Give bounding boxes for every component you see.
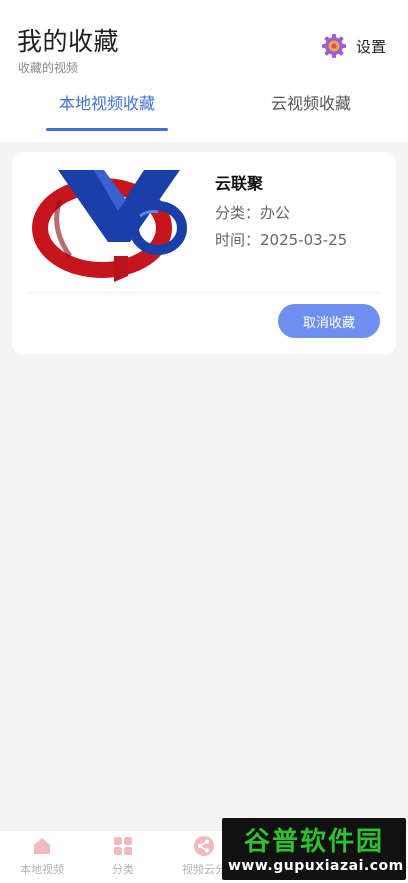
nav-label: 本地视频 [20,863,64,876]
app-root: 我的收藏 收藏的视频 设置 本地视频收藏 云视频收藏 云联聚 分类：办公 时间：… [0,0,408,883]
video-thumbnail [32,170,187,282]
tab-local-favorites[interactable]: 本地视频收藏 [46,90,168,130]
favorite-item[interactable]: 云联聚 分类：办公 时间：2025-03-25 取消收藏 [12,152,396,354]
watermark-logo: 谷普软件园 www.gupuxiazai.com [222,818,406,880]
unfavorite-button[interactable]: 取消收藏 [278,304,380,338]
video-time: 时间：2025-03-25 [215,231,348,249]
watermark-url: www.gupuxiazai.com [228,858,404,874]
gear-icon [322,34,346,58]
share-icon [194,836,214,856]
card-divider [28,292,380,293]
nav-item-local-video[interactable]: 本地视频 [6,835,78,881]
header: 我的收藏 收藏的视频 设置 本地视频收藏 云视频收藏 [0,0,408,142]
page-subtitle: 收藏的视频 [18,61,79,75]
video-title: 云联聚 [215,174,264,193]
settings-label: 设置 [356,37,387,56]
watermark-title: 谷普软件园 [243,827,384,857]
home-icon [34,838,50,854]
nav-item-category[interactable]: 分类 [87,835,159,881]
nav-label: 分类 [112,863,134,876]
video-category: 分类：办公 [215,204,291,222]
grid-icon [114,837,132,855]
active-tab-indicator [46,128,168,131]
tab-bar: 本地视频收藏 云视频收藏 [0,90,408,142]
page-title: 我的收藏 [17,27,120,56]
nav-label: 视频云分 [182,863,226,876]
tab-cloud-favorites[interactable]: 云视频收藏 [250,90,372,130]
settings-button[interactable]: 设置 [320,32,386,60]
